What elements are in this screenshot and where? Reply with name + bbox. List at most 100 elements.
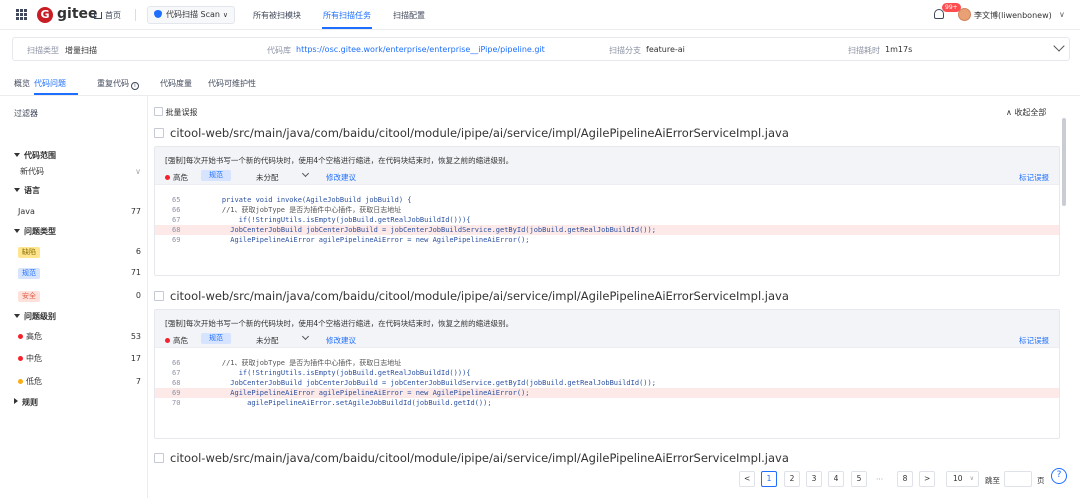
scan-shield-icon bbox=[154, 10, 162, 18]
page-button-2[interactable]: 2 bbox=[784, 471, 800, 487]
severity-label: 高危 bbox=[165, 172, 188, 183]
help-icon[interactable]: ? bbox=[1051, 468, 1067, 484]
filter-item-label: 低危 bbox=[26, 377, 42, 386]
filter-item-bug[interactable]: 缺陷 6 bbox=[18, 246, 141, 258]
filter-section-level-label: 问题级别 bbox=[24, 312, 56, 321]
filter-section-language-label: 语言 bbox=[24, 186, 40, 195]
mark-false-positive-link[interactable]: 标记误报 bbox=[1019, 335, 1049, 346]
code-text: private void invoke(AgileJobBuild jobBui… bbox=[205, 196, 412, 204]
filter-item-label: 中危 bbox=[26, 354, 42, 363]
info-icon: i bbox=[131, 82, 139, 90]
code-text: AgilePipelineAiError agilePipelineAiErro… bbox=[205, 236, 530, 244]
avatar[interactable] bbox=[958, 8, 971, 21]
fix-suggestion-link[interactable]: 修改建议 bbox=[326, 335, 356, 346]
filter-item-low[interactable]: 低危 7 bbox=[18, 376, 141, 388]
apps-grid-icon[interactable] bbox=[16, 9, 27, 20]
filter-section-scope[interactable]: 代码范围 bbox=[14, 150, 56, 161]
category-tag: 规范 bbox=[201, 333, 231, 344]
tab-code-metrics[interactable]: 代码度量 bbox=[160, 78, 192, 89]
tab-code-issues[interactable]: 代码问题 bbox=[34, 78, 66, 89]
chevron-up-icon: ∧ bbox=[1006, 108, 1012, 117]
collapse-all-button[interactable]: ∧ 收起全部 bbox=[1006, 107, 1046, 118]
mark-false-positive-link[interactable]: 标记误报 bbox=[1019, 172, 1049, 183]
issue-header: [强制]每次开始书写一个新的代码块时，使用4个空格进行缩进，在代码块结束时，恢复… bbox=[155, 147, 1059, 185]
scrollbar-thumb[interactable] bbox=[1062, 118, 1066, 206]
home-link[interactable]: 首页 bbox=[94, 10, 121, 21]
filter-item-count: 71 bbox=[130, 268, 141, 277]
page-button-8[interactable]: 8 bbox=[897, 471, 913, 487]
code-snippet: 65 private void invoke(AgileJobBuild job… bbox=[155, 185, 1059, 251]
fix-suggestion-link[interactable]: 修改建议 bbox=[326, 172, 356, 183]
file-path-row[interactable]: citool-web/src/main/java/com/baidu/citoo… bbox=[154, 451, 789, 465]
duration-value: 1m17s bbox=[885, 45, 913, 54]
branch-label: 扫描分支 bbox=[609, 46, 641, 55]
repo-link[interactable]: https://osc.gitee.work/enterprise/enterp… bbox=[296, 45, 545, 54]
page-ellipsis[interactable]: ··· bbox=[876, 475, 883, 484]
page-button-5[interactable]: 5 bbox=[851, 471, 867, 487]
code-line: 69 AgilePipelineAiError agilePipelineAiE… bbox=[155, 235, 1059, 245]
filter-item-label: 高危 bbox=[26, 332, 42, 341]
page-button-4[interactable]: 4 bbox=[828, 471, 844, 487]
issue-card: [强制]每次开始书写一个新的代码块时，使用4个空格进行缩进，在代码块结束时，恢复… bbox=[154, 146, 1060, 276]
nav-all-scan-tasks[interactable]: 所有扫描任务 bbox=[323, 10, 371, 21]
assignee-select[interactable]: 未分配 bbox=[256, 172, 279, 183]
line-number: 66 bbox=[172, 359, 181, 367]
batch-false-positive[interactable]: 批量误报 bbox=[154, 107, 198, 118]
code-snippet: 66 //1、获取jobType 是否为插件中心插件，获取日志地址 67 if(!… bbox=[155, 348, 1059, 414]
filter-section-issue-type[interactable]: 问题类型 bbox=[14, 226, 56, 237]
filter-section-scope-label: 代码范围 bbox=[24, 151, 56, 160]
security-tag: 安全 bbox=[18, 291, 40, 302]
nav-scan-config[interactable]: 扫描配置 bbox=[393, 10, 425, 21]
assignee-select[interactable]: 未分配 bbox=[256, 335, 279, 346]
page-size-select[interactable]: 10 ∨ bbox=[946, 471, 979, 487]
next-page-button[interactable]: > bbox=[919, 471, 936, 487]
code-text: //1、获取jobType 是否为插件中心插件，获取日志地址 bbox=[205, 206, 402, 214]
file-path-row[interactable]: citool-web/src/main/java/com/baidu/citoo… bbox=[154, 289, 789, 303]
code-line: 70 agilePipelineAiError.setAgileJobBuild… bbox=[155, 398, 1059, 408]
code-text: JobCenterJobBuild jobCenterJobBuild = jo… bbox=[205, 226, 656, 234]
filter-item-convention[interactable]: 规范 71 bbox=[18, 267, 141, 279]
filter-item-high[interactable]: 高危 53 bbox=[18, 331, 141, 343]
filter-item-count: 6 bbox=[135, 247, 141, 256]
file-checkbox[interactable] bbox=[154, 291, 164, 301]
jump-page-input[interactable] bbox=[1004, 471, 1032, 487]
prev-page-button[interactable]: < bbox=[739, 471, 756, 487]
severity-label: 高危 bbox=[165, 335, 188, 346]
expand-chevron-icon[interactable] bbox=[1053, 40, 1065, 52]
chevron-down-icon[interactable] bbox=[301, 169, 310, 178]
page-size-value: 10 bbox=[953, 474, 963, 483]
code-text: AgilePipelineAiError agilePipelineAiErro… bbox=[205, 389, 530, 397]
tab-maintainability[interactable]: 代码可维护性 bbox=[208, 78, 256, 89]
filter-section-issue-type-label: 问题类型 bbox=[24, 227, 56, 236]
severity-text: 高危 bbox=[173, 336, 188, 345]
file-checkbox[interactable] bbox=[154, 453, 164, 463]
branch-value: feature-ai bbox=[646, 45, 685, 54]
filter-section-language[interactable]: 语言 bbox=[14, 185, 40, 196]
filter-item-medium[interactable]: 中危 17 bbox=[18, 353, 141, 365]
page-button-3[interactable]: 3 bbox=[806, 471, 822, 487]
username[interactable]: 李文博(liwenbonew) bbox=[974, 10, 1052, 21]
nav-all-modules[interactable]: 所有被扫模块 bbox=[253, 10, 301, 21]
line-number: 66 bbox=[172, 206, 181, 214]
batch-checkbox[interactable] bbox=[154, 107, 163, 116]
file-checkbox[interactable] bbox=[154, 128, 164, 138]
chevron-down-icon[interactable] bbox=[301, 332, 310, 341]
gitee-logo-text[interactable]: gitee bbox=[57, 6, 98, 22]
code-text: if(!StringUtils.isEmpty(jobBuild.getReal… bbox=[205, 369, 471, 377]
scope-select[interactable]: 新代码 ∨ bbox=[20, 166, 141, 178]
tab-overview[interactable]: 概览 bbox=[14, 78, 30, 89]
category-tag: 规范 bbox=[201, 170, 231, 181]
tab-duplicate-code[interactable]: 重复代码 i bbox=[97, 78, 139, 90]
filter-section-rules[interactable]: 规则 bbox=[14, 397, 38, 408]
filter-item-security[interactable]: 安全 0 bbox=[18, 290, 141, 302]
file-path-row[interactable]: citool-web/src/main/java/com/baidu/citoo… bbox=[154, 126, 789, 140]
filter-section-level[interactable]: 问题级别 bbox=[14, 311, 56, 322]
chevron-down-icon: ∨ bbox=[135, 167, 141, 176]
scan-type-value: 增量扫描 bbox=[65, 46, 97, 55]
caret-down-icon bbox=[14, 153, 20, 157]
gitee-logo-icon[interactable]: G bbox=[37, 7, 53, 23]
chevron-down-icon[interactable]: ∨ bbox=[1059, 10, 1065, 19]
product-switcher-dropdown[interactable]: 代码扫描 Scan ∨ bbox=[147, 6, 235, 24]
page-button-1[interactable]: 1 bbox=[761, 471, 777, 487]
filter-item-java[interactable]: Java 77 bbox=[18, 206, 141, 218]
